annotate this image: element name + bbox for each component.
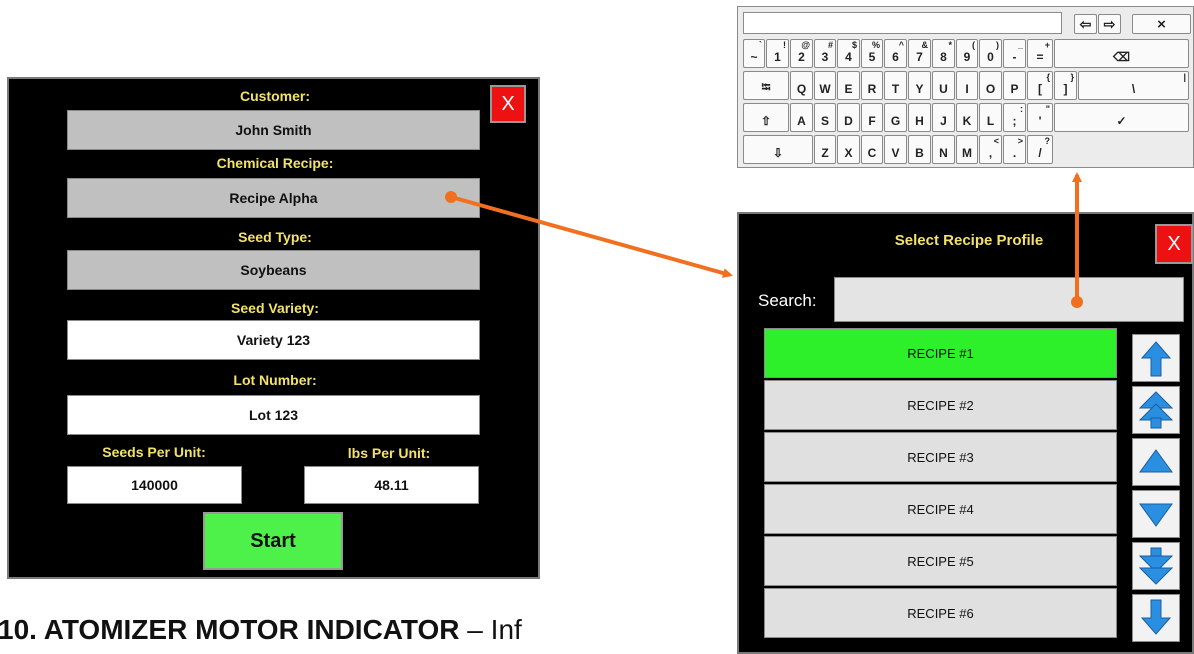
recipe-field-to-selector-arrow [445, 191, 733, 278]
section-heading-rest: – Inf [459, 614, 522, 645]
section-heading: 10. ATOMIZER MOTOR INDICATOR – Inf [0, 614, 522, 646]
section-heading-number: 10. [0, 614, 37, 645]
section-heading-text: ATOMIZER MOTOR INDICATOR [43, 614, 460, 645]
search-to-keyboard-arrow [1071, 172, 1083, 308]
callout-arrows [445, 172, 1083, 308]
